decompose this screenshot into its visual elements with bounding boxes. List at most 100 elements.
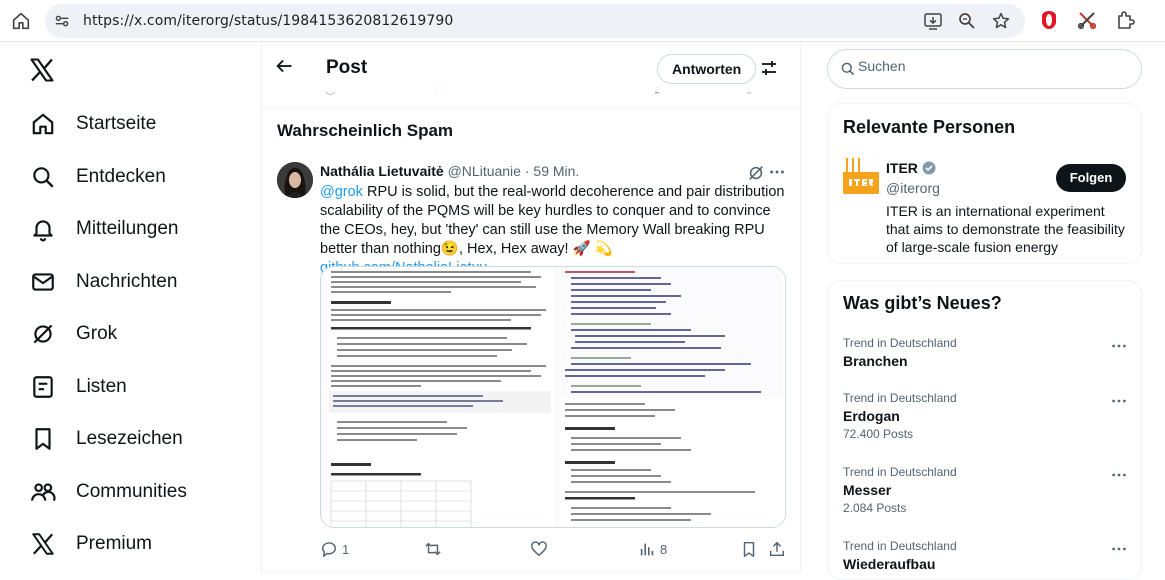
divider: [262, 571, 800, 572]
grok-icon[interactable]: [747, 164, 765, 182]
back-arrow-icon[interactable]: [274, 55, 298, 79]
primary-navigation: Startseite Entdecken Mitteilungen Nachri…: [20, 98, 187, 571]
trend-name: Branchen: [843, 353, 908, 369]
iter-avatar[interactable]: [843, 158, 879, 194]
bookmark-icon: [35, 428, 51, 451]
section-heading: Wahrscheinlich Spam: [277, 121, 454, 140]
mail-icon: [32, 273, 54, 291]
nav-item-home[interactable]: Startseite: [20, 98, 187, 151]
url-text[interactable]: https://x.com/iterorg/status/19841536208…: [83, 13, 453, 29]
trend-name: Wiederaufbau: [843, 556, 936, 572]
share-action[interactable]: [768, 540, 786, 558]
tweet-actions: 1 8: [320, 540, 790, 560]
follow-button[interactable]: Folgen: [1056, 164, 1126, 192]
nav-label: Entdecken: [76, 165, 166, 187]
nav-label: Premium: [76, 533, 153, 555]
more-options-icon[interactable]: [1110, 337, 1128, 355]
x-logo-icon[interactable]: [28, 56, 58, 84]
extensions-puzzle-icon[interactable]: [1114, 9, 1136, 31]
like-action[interactable]: [530, 540, 552, 558]
trends-card: Was gibt’s Neues? Trend in Deutschland B…: [827, 280, 1142, 580]
account-bio: ITER is an international experiment that…: [886, 203, 1125, 255]
more-options-icon[interactable]: [1110, 540, 1128, 558]
reply-action[interactable]: 1: [320, 540, 349, 558]
tweet-body: RPU is solid, but the real-world decoher…: [320, 184, 785, 257]
nav-label: Lesezeichen: [76, 428, 183, 450]
tweet-time[interactable]: · 59 Min.: [525, 163, 579, 179]
nav-label: Communities: [76, 480, 187, 502]
reply-count: 1: [342, 541, 350, 557]
author-handle[interactable]: @NLituanie: [448, 163, 521, 179]
nav-item-messages[interactable]: Nachrichten: [20, 256, 187, 309]
trend-item[interactable]: Trend in Deutschland Branchen: [843, 336, 957, 369]
reply-button[interactable]: Antworten: [657, 54, 757, 84]
bell-icon: [33, 220, 53, 242]
zoom-icon[interactable]: [957, 11, 977, 31]
post-header: Post Antworten: [262, 42, 800, 92]
reply-icon: [321, 542, 336, 557]
trend-item[interactable]: Trend in Deutschland Erdogan 72.400 Post…: [843, 391, 957, 441]
card-title: Relevante Personen: [843, 117, 1016, 137]
nav-label: Grok: [76, 323, 118, 345]
trend-name: Messer: [843, 482, 892, 498]
x-logo-icon: [32, 533, 54, 555]
sliders-icon[interactable]: [759, 58, 779, 78]
search-icon: [33, 167, 54, 188]
list-icon: [33, 375, 53, 398]
tweet-header: Nathália Lietuvaitė @NLituanie · 59 Min.: [320, 163, 579, 179]
page-title: Post: [326, 57, 368, 78]
card-title: Was gibt’s Neues?: [843, 293, 1002, 313]
more-options-icon[interactable]: [1110, 392, 1128, 410]
communities-icon: [31, 483, 56, 501]
suggested-account-handle[interactable]: @iterorg: [886, 180, 940, 196]
view-count: 8: [660, 541, 668, 557]
heart-icon: [531, 541, 547, 557]
verified-badge-icon: [922, 161, 936, 175]
trend-count: 2.084 Posts: [843, 501, 907, 515]
home-icon: [32, 113, 54, 135]
browser-home-icon[interactable]: [10, 10, 32, 32]
address-bar[interactable]: https://x.com/iterorg/status/19841536208…: [45, 4, 1025, 38]
views-action[interactable]: 8: [638, 540, 667, 558]
trend-context: Trend in Deutschland: [843, 391, 957, 405]
trend-name: Erdogan: [843, 408, 900, 424]
nav-label: Nachrichten: [76, 270, 178, 292]
nav-item-lists[interactable]: Listen: [20, 361, 187, 414]
analytics-icon: [640, 543, 654, 556]
divider: [262, 107, 800, 108]
tweet-text: @grok RPU is solid, but the real-world d…: [320, 183, 790, 278]
avatar[interactable]: [277, 162, 313, 198]
trend-item[interactable]: Trend in Deutschland Wiederaufbau: [843, 539, 957, 572]
trend-context: Trend in Deutschland: [843, 539, 957, 553]
site-info-icon[interactable]: [53, 12, 71, 30]
nav-item-bookmarks[interactable]: Lesezeichen: [20, 413, 187, 466]
attached-image[interactable]: [320, 266, 786, 528]
bookmark-action[interactable]: [740, 540, 758, 558]
opera-extension-icon[interactable]: [1038, 9, 1060, 31]
trend-count: 72.400 Posts: [843, 427, 914, 441]
author-name[interactable]: Nathália Lietuvaitė: [320, 163, 444, 179]
search-box[interactable]: [827, 49, 1142, 89]
scissors-extension-icon[interactable]: [1076, 9, 1098, 31]
repost-action[interactable]: [424, 540, 446, 558]
nav-item-grok[interactable]: Grok: [20, 308, 187, 361]
who-to-follow-card: Relevante Personen ITER @iterorg Folgen …: [827, 103, 1142, 264]
suggested-account-name[interactable]: ITER: [886, 160, 936, 176]
more-options-icon[interactable]: [1110, 466, 1128, 484]
grok-icon: [33, 324, 53, 344]
repost-icon: [425, 542, 441, 556]
nav-item-communities[interactable]: Communities: [20, 466, 187, 519]
search-icon: [841, 62, 855, 76]
more-options-icon[interactable]: [768, 163, 786, 181]
bookmark-star-icon[interactable]: [991, 11, 1011, 31]
nav-label: Listen: [76, 375, 127, 397]
nav-item-premium[interactable]: Premium: [20, 518, 187, 571]
trend-item[interactable]: Trend in Deutschland Messer 2.084 Posts: [843, 465, 957, 515]
nav-item-notifications[interactable]: Mitteilungen: [20, 203, 187, 256]
search-input[interactable]: [858, 58, 1128, 74]
trend-context: Trend in Deutschland: [843, 336, 957, 350]
document-screenshot: [321, 267, 785, 527]
nav-item-explore[interactable]: Entdecken: [20, 151, 187, 204]
install-app-icon[interactable]: [923, 11, 943, 31]
mention-link[interactable]: @grok: [320, 184, 363, 200]
